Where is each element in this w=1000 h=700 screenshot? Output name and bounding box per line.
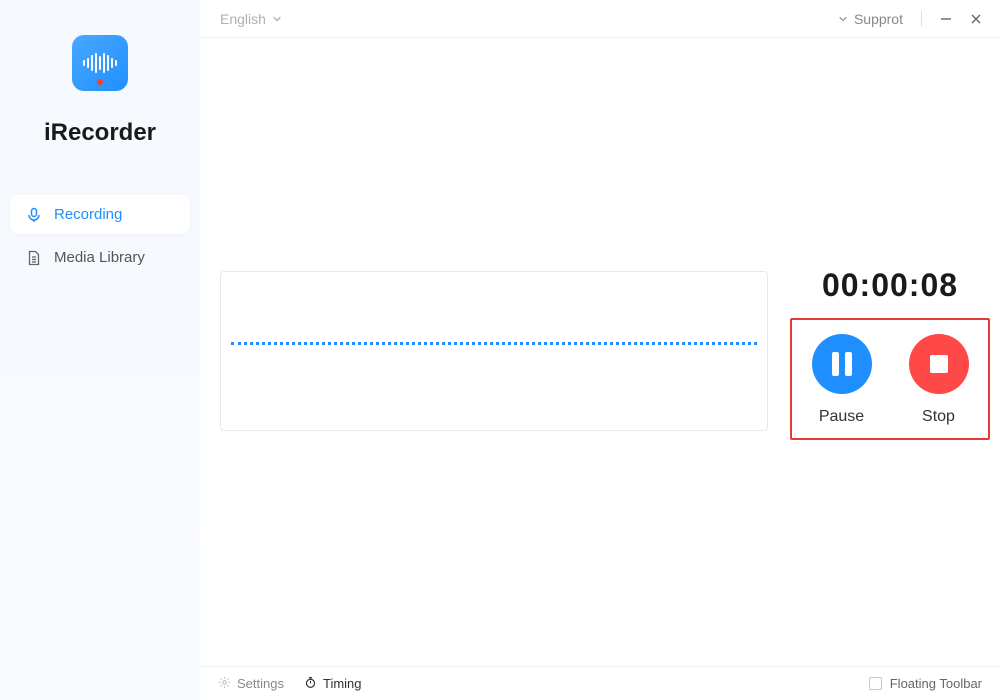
content-area: 00:00:08 Pause Stop xyxy=(200,38,1000,666)
main-panel: English Supprot xyxy=(200,0,1000,700)
titlebar: English Supprot xyxy=(200,0,1000,38)
stop-label: Stop xyxy=(922,408,955,426)
support-dropdown[interactable]: Supprot xyxy=(838,11,903,27)
statusbar: Settings Timing Floating Toolbar xyxy=(200,666,1000,700)
timing-button[interactable]: Timing xyxy=(304,676,362,692)
waveform-panel xyxy=(220,271,768,431)
gear-icon xyxy=(218,676,231,692)
pause-button[interactable]: Pause xyxy=(812,334,872,426)
settings-button[interactable]: Settings xyxy=(218,676,284,692)
chevron-down-icon xyxy=(838,14,848,24)
floating-toolbar-toggle[interactable]: Floating Toolbar xyxy=(869,676,982,691)
recording-controls-highlight: Pause Stop xyxy=(790,318,990,440)
support-label: Supprot xyxy=(854,11,903,27)
stop-icon xyxy=(909,334,969,394)
sidebar-item-media-library[interactable]: Media Library xyxy=(10,238,190,277)
recording-timer: 00:00:08 xyxy=(790,267,990,304)
timing-label: Timing xyxy=(323,676,362,691)
close-button[interactable] xyxy=(970,13,982,25)
pause-label: Pause xyxy=(819,408,864,426)
stopwatch-icon xyxy=(304,676,317,692)
sidebar-item-label: Media Library xyxy=(54,249,145,266)
pause-icon xyxy=(812,334,872,394)
recording-panel: 00:00:08 Pause Stop xyxy=(790,267,990,440)
chevron-down-icon xyxy=(272,14,282,24)
sidebar-item-recording[interactable]: Recording xyxy=(10,195,190,234)
waveform-line xyxy=(231,342,757,345)
sidebar: iRecorder Recording Media Lib xyxy=(0,0,200,700)
floating-toolbar-label: Floating Toolbar xyxy=(890,676,982,691)
settings-label: Settings xyxy=(237,676,284,691)
app-name: iRecorder xyxy=(44,119,156,147)
stop-button[interactable]: Stop xyxy=(909,334,969,426)
divider xyxy=(921,11,922,27)
minimize-button[interactable] xyxy=(940,13,952,25)
sidebar-item-label: Recording xyxy=(54,206,122,223)
sidebar-nav: Recording Media Library xyxy=(0,195,200,281)
language-label: English xyxy=(220,11,266,27)
language-dropdown[interactable]: English xyxy=(220,11,282,27)
microphone-icon xyxy=(26,207,42,223)
checkbox-icon xyxy=(869,677,882,690)
app-logo xyxy=(72,35,128,91)
document-icon xyxy=(26,250,42,266)
